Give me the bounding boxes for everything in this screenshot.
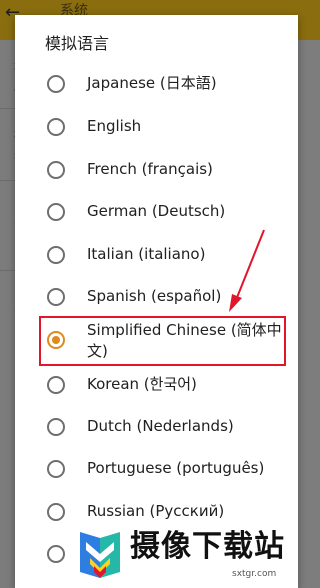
annotation-arrow-icon [229,229,265,312]
watermark-logo-icon [80,532,120,578]
watermark-url: sxtgr.com [232,569,277,579]
watermark-text: 摄像下载站 [130,529,285,564]
